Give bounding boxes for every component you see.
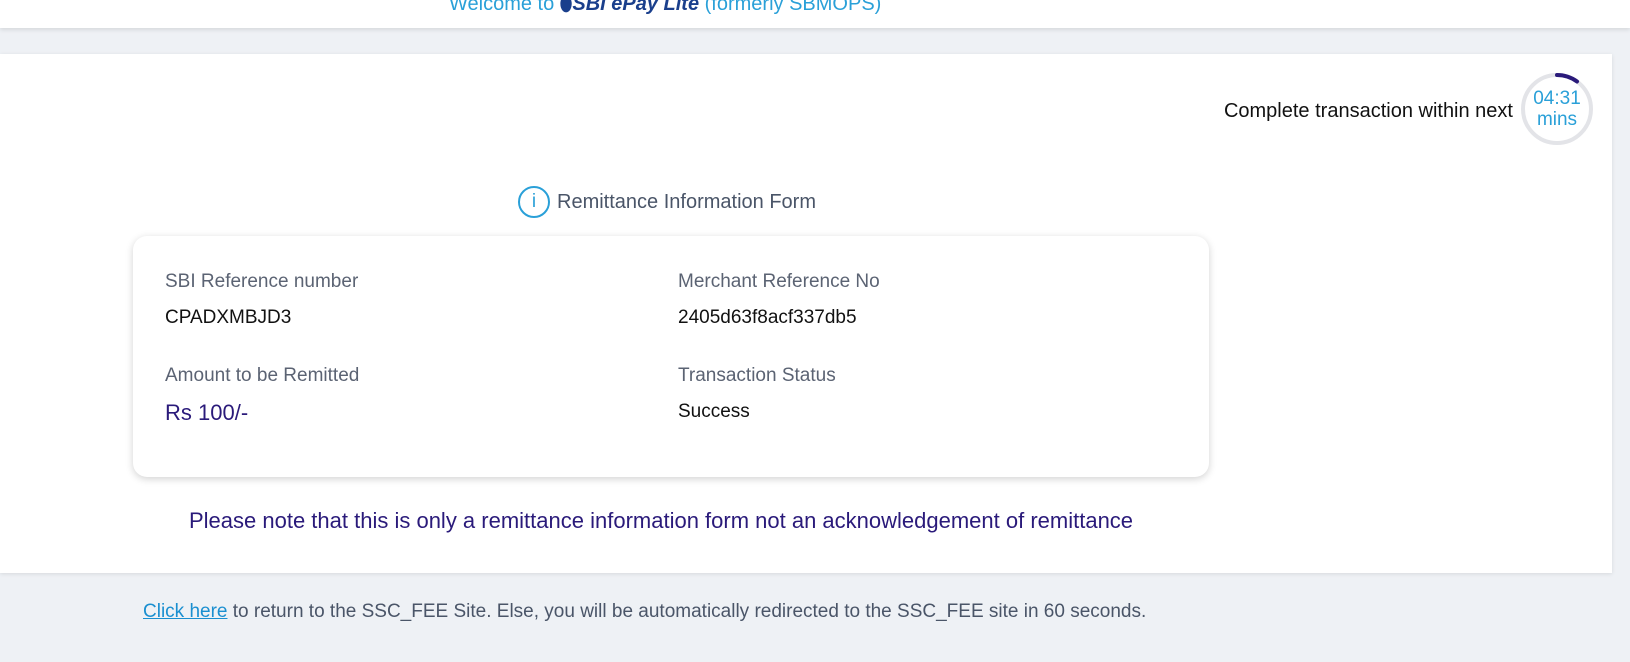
redirect-text: to return to the SSC_FEE Site. Else, you… <box>227 601 1147 622</box>
remittance-note: Please note that this is only a remittan… <box>189 508 1134 533</box>
info-icon: i <box>518 186 550 218</box>
sbi-reference-label: SBI Reference number <box>165 271 359 292</box>
timer-label: Complete transaction within next <box>1223 100 1513 122</box>
welcome-prefix: Welcome to <box>449 0 555 15</box>
top-header-bar: Welcome to ⬮SBI ePay Lite (formerly SBMO… <box>0 0 1630 28</box>
click-here-link[interactable]: Click here <box>143 601 227 622</box>
amount-value: Rs 100/- <box>165 400 249 425</box>
amount-label: Amount to be Remitted <box>165 365 360 386</box>
welcome-banner: Welcome to ⬮SBI ePay Lite (formerly SBMO… <box>449 0 881 16</box>
remittance-info-card: SBI Reference number CPADXMBJD3 Merchant… <box>133 236 1209 477</box>
merchant-reference-value: 2405d63f8acf337db5 <box>678 307 857 328</box>
transaction-status-label: Transaction Status <box>678 365 836 386</box>
footer-redirect-message: Click here to return to the SSC_FEE Site… <box>143 601 1146 623</box>
brand-name: SBI ePay Lite <box>572 0 700 15</box>
sbi-reference-value: CPADXMBJD3 <box>165 307 292 328</box>
welcome-suffix: (formerly SBMOPS) <box>704 0 882 15</box>
countdown-time: 04:31 <box>1533 88 1581 109</box>
merchant-reference-label: Merchant Reference No <box>678 271 880 292</box>
form-heading: i Remittance Information Form <box>518 186 816 218</box>
transaction-status-value: Success <box>678 401 750 422</box>
countdown-timer: 04:31 mins <box>1520 88 1594 130</box>
countdown-unit: mins <box>1536 109 1578 130</box>
sbi-logo-icon: ⬮ <box>559 0 573 15</box>
form-title: Remittance Information Form <box>557 190 816 213</box>
